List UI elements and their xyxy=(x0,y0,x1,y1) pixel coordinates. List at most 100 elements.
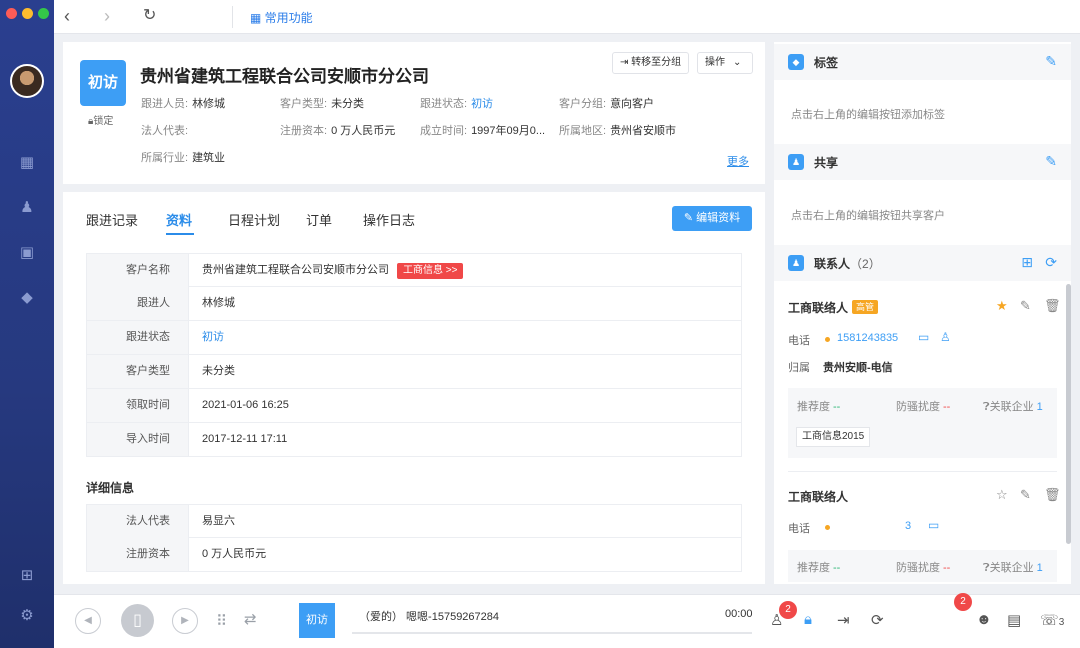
phone-icon[interactable]: ▯ xyxy=(121,604,154,637)
table-row: 导入时间 2017-12-11 17:11 xyxy=(86,423,742,457)
message-icon[interactable]: ▭ xyxy=(928,518,939,532)
more-link[interactable]: 更多 xyxy=(727,153,749,169)
company-name: 贵州省建筑工程联合公司安顺市分公司 xyxy=(140,67,429,86)
user-icon[interactable]: ♙ xyxy=(940,330,951,344)
exit-icon[interactable]: ⇥ xyxy=(837,611,850,629)
share-hint: 点击右上角的编辑按钮共享客户 xyxy=(791,210,945,222)
dialpad-icon[interactable]: ⠿ xyxy=(216,612,227,630)
contact-name: 工商联络人 高管 xyxy=(788,299,879,316)
chevron-down-icon: ⌄ xyxy=(733,57,742,68)
edit-share-icon[interactable]: ✎ xyxy=(1045,153,1057,170)
move-group-button[interactable]: ⇥ 转移至分组 xyxy=(612,52,690,74)
edit-contact-icon[interactable]: ✎ xyxy=(1020,298,1031,314)
info-status: 跟进状态: 初访 xyxy=(420,98,494,110)
notification-badge: 2 xyxy=(779,601,797,619)
edit-tags-icon[interactable]: ✎ xyxy=(1045,53,1057,70)
device-icon[interactable]: ▤ xyxy=(1007,611,1021,629)
common-functions-button[interactable]: ▦ 常用功能 xyxy=(250,9,313,26)
status-badge: 初访 xyxy=(80,60,126,106)
apps-icon[interactable]: ⊞ xyxy=(17,566,37,586)
table-row: 跟进人 林修城 xyxy=(86,287,742,321)
lock-icon[interactable]: 🔒︎ xyxy=(804,611,812,628)
business-info-tag[interactable]: 工商信息 >> xyxy=(397,263,464,279)
scrollbar[interactable] xyxy=(1066,284,1071,544)
business-year-tag: 工商信息2015 xyxy=(796,427,871,447)
contact-name: 工商联络人 xyxy=(788,490,849,504)
call-info: （爱的） 嗯嗯-15759267284 xyxy=(359,611,500,623)
sidebar: ▦ ♟ ▣ ◆ ⊞ ⚙ xyxy=(0,0,54,648)
tab-schedule[interactable]: 日程计划 xyxy=(228,210,280,229)
table-row: 客户名称 贵州省建筑工程联合公司安顺市分公司 工商信息 >> xyxy=(86,253,742,287)
contacts-header: ♟ 联系人（2） ⊞ ⟳ xyxy=(774,245,1071,281)
info-legal: 法人代表: xyxy=(141,125,189,137)
edit-icon: ✎ xyxy=(683,212,697,224)
phone-status-dot xyxy=(825,337,830,342)
star-filled-icon[interactable]: ★ xyxy=(996,298,1008,314)
tags-hint: 点击右上角的编辑按钮添加标签 xyxy=(791,109,945,121)
info-founded: 成立时间: 1997年09月0... xyxy=(420,125,546,137)
tab-orders[interactable]: 订单 xyxy=(306,210,332,229)
contact-phone[interactable]: 1581243835 xyxy=(837,332,898,344)
info-follower: 跟进人员: 林修城 xyxy=(141,98,226,110)
transfer-icon[interactable]: ⇄ xyxy=(244,610,257,628)
tab-operation-log[interactable]: 操作日志 xyxy=(363,210,415,229)
lock-button[interactable]: 🔒︎锁定 xyxy=(88,112,113,127)
forward-icon[interactable]: › xyxy=(104,6,110,26)
table-row: 法人代表 易显六 xyxy=(86,504,742,538)
table-row: 注册资本 0 万人民币元 xyxy=(86,538,742,572)
detail-section-title: 详细信息 xyxy=(86,481,135,495)
edit-contact-icon[interactable]: ✎ xyxy=(1020,487,1031,503)
help-icon: ❓︎ xyxy=(983,401,990,413)
contact-phone[interactable]: 3 xyxy=(905,520,911,532)
table-row: 客户类型 未分类 xyxy=(86,355,742,389)
window-minimize-button[interactable] xyxy=(22,8,33,19)
call-progress xyxy=(352,632,752,634)
divider xyxy=(788,471,1057,472)
settings-icon[interactable]: ⚙ xyxy=(17,606,37,626)
box-icon[interactable]: ◆ xyxy=(17,288,37,308)
action-dropdown[interactable]: 操作 ⌄ xyxy=(697,52,753,74)
phone-status-dot xyxy=(825,525,830,530)
info-type: 客户类型: 未分类 xyxy=(280,98,365,110)
sync-icon[interactable]: ⟳ xyxy=(871,611,884,629)
back-icon[interactable]: ‹ xyxy=(64,6,70,26)
window-close-button[interactable] xyxy=(6,8,17,19)
call-timer: 00:00 xyxy=(725,608,753,620)
notification-badge: 2 xyxy=(954,593,972,611)
info-region: 所属地区: 贵州省安顺市 xyxy=(559,125,677,137)
info-capital: 注册资本: 0 万人民币元 xyxy=(280,125,396,137)
refresh-icon[interactable]: ↻ xyxy=(143,6,156,26)
next-icon[interactable]: ▶ xyxy=(172,608,198,634)
tab-follow-records[interactable]: 跟进记录 xyxy=(86,210,138,229)
delete-icon[interactable]: 🗑︎ xyxy=(1044,487,1061,503)
divider xyxy=(232,6,233,28)
avatar[interactable] xyxy=(10,64,44,98)
active-tab-indicator xyxy=(166,233,194,235)
info-industry: 所属行业: 建筑业 xyxy=(141,152,226,164)
edit-profile-button[interactable]: ✎ 编辑资料 xyxy=(672,206,752,231)
refresh-contacts-icon[interactable]: ⟳ xyxy=(1045,254,1057,271)
top-bar: ‹ › ↻ ▦ 常用功能 xyxy=(54,0,1080,34)
robot-icon[interactable]: ☻ xyxy=(976,611,992,628)
share-icon: ♟ xyxy=(788,154,804,170)
message-icon[interactable]: ▭ xyxy=(918,330,929,344)
tab-profile[interactable]: 资料 xyxy=(166,210,192,229)
executive-tag: 高管 xyxy=(852,300,879,314)
tags-header: ◆ 标签 ✎ xyxy=(774,44,1071,80)
table-row: 跟进状态 初访 xyxy=(86,321,742,355)
add-contact-icon[interactable]: ⊞ xyxy=(1021,254,1033,271)
tag-icon: ◆ xyxy=(788,54,804,70)
call-log-icon[interactable]: ☏3 xyxy=(1040,611,1064,629)
table-row: 领取时间 2021-01-06 16:25 xyxy=(86,389,742,423)
dashboard-icon[interactable]: ▦ xyxy=(17,153,37,173)
delete-icon[interactable]: 🗑︎ xyxy=(1044,298,1061,314)
previous-icon[interactable]: ◀ xyxy=(75,608,101,634)
star-outline-icon[interactable]: ☆ xyxy=(996,487,1008,503)
calendar-icon[interactable]: ▣ xyxy=(17,243,37,263)
share-header: ♟ 共享 ✎ xyxy=(774,144,1071,180)
contact-icon: ♟ xyxy=(788,255,804,271)
help-icon: ❓︎ xyxy=(983,562,990,574)
grid-icon: ▦ xyxy=(250,11,265,25)
window-zoom-button[interactable] xyxy=(38,8,49,19)
customer-icon[interactable]: ♟ xyxy=(17,198,37,218)
